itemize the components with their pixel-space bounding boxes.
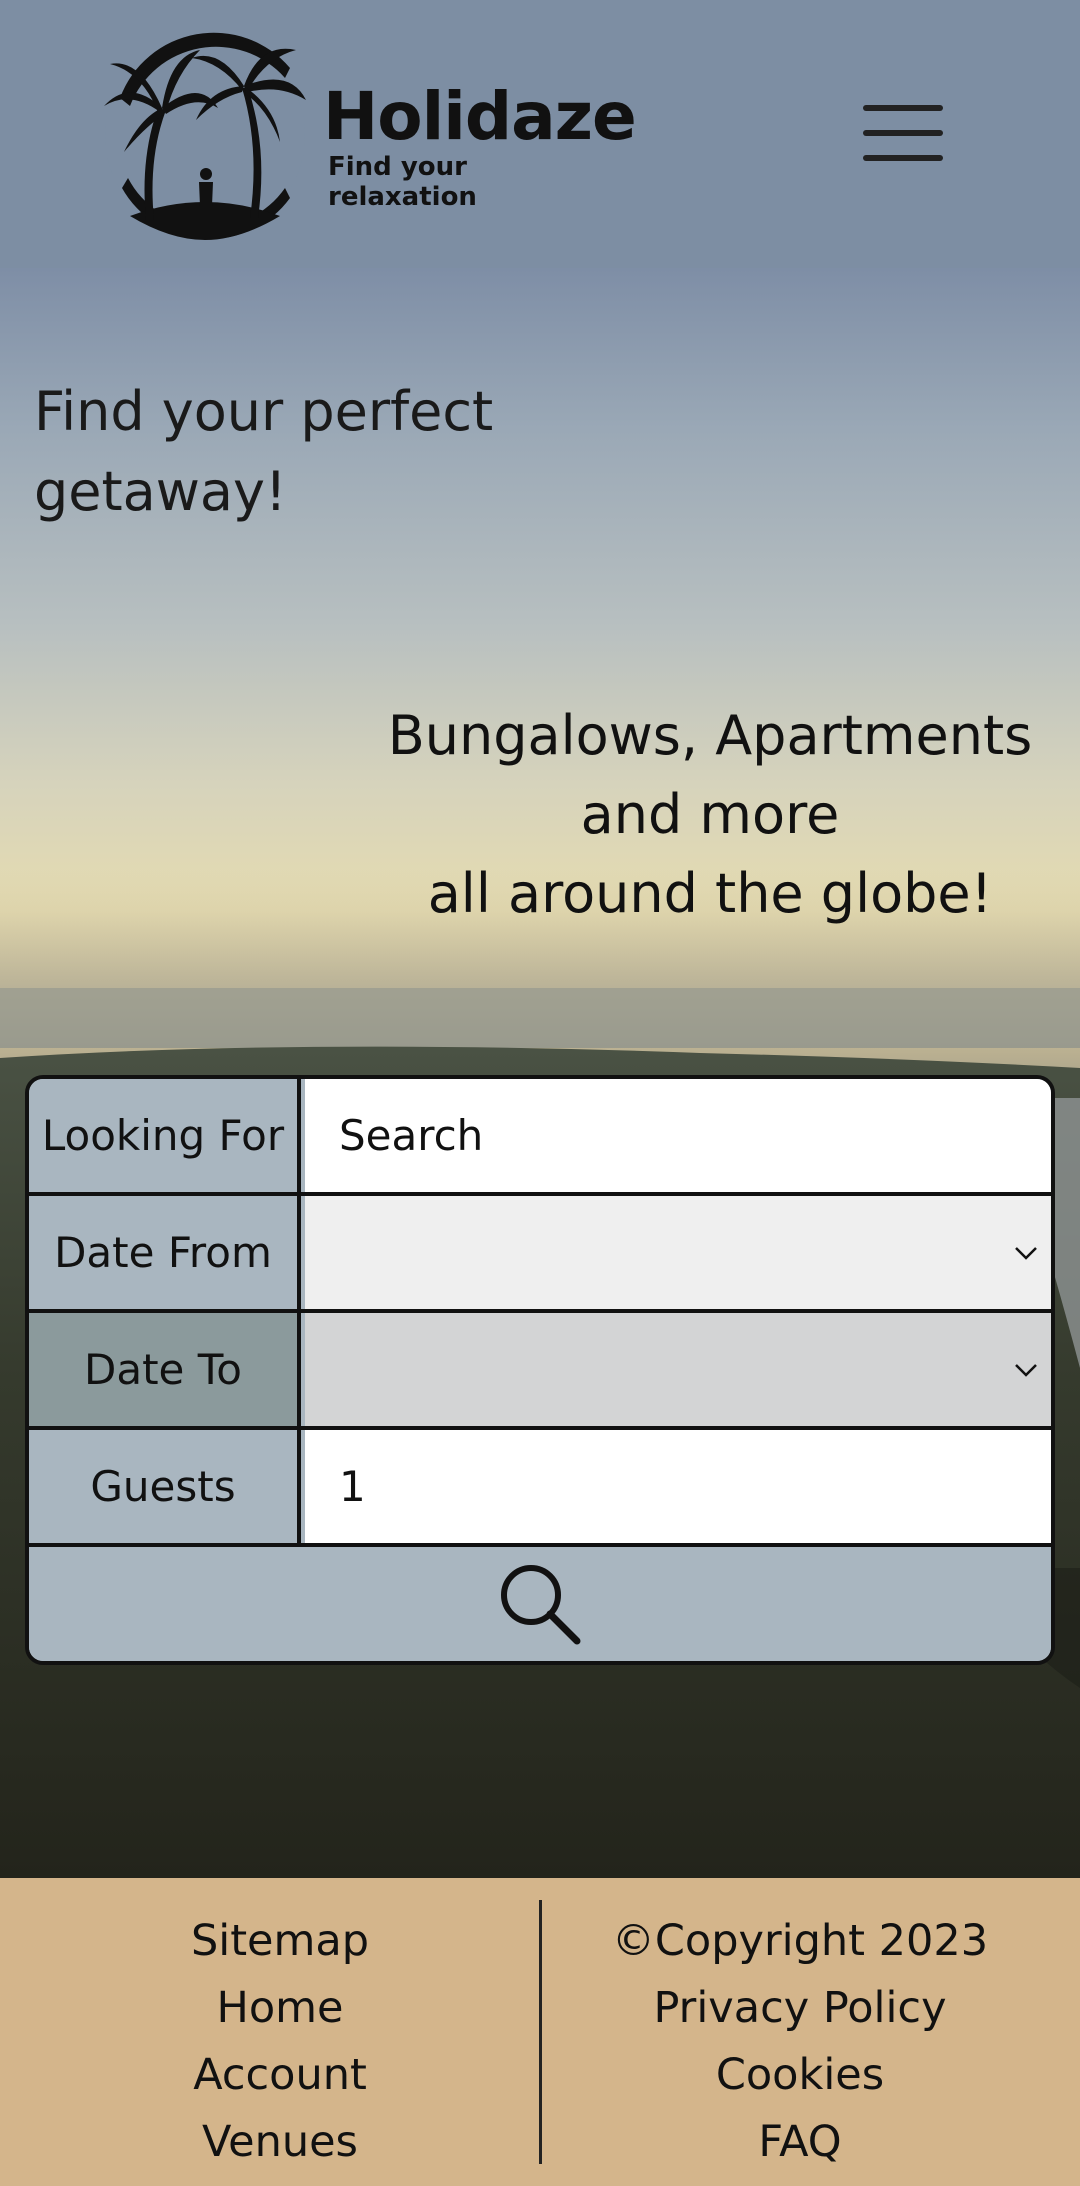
site-header: Holidaze Find your relaxation (0, 0, 1080, 268)
guests-input[interactable]: 1 (305, 1430, 1051, 1543)
venue-search-form: Looking For Search Date From Date To Gue… (25, 1075, 1055, 1665)
footer-nav: Sitemap Home Account Venues (20, 1908, 540, 2176)
menu-bar (863, 155, 943, 161)
footer-link-home[interactable]: Home (20, 1975, 540, 2042)
hero-subtitle-line: all around the globe! (427, 862, 993, 925)
footer-copyright: ©Copyright 2023 (611, 1916, 989, 1966)
site-footer: Sitemap Home Account Venues ©Copyright 2… (0, 1878, 1080, 2186)
hero-subtitle-line: and more (580, 783, 840, 846)
chevron-down-icon (1015, 1247, 1037, 1260)
search-submit-button[interactable] (29, 1547, 1051, 1661)
date-from-select[interactable] (305, 1196, 1051, 1309)
date-to-row: Date To (29, 1313, 1051, 1430)
brand-logo[interactable]: Holidaze Find your relaxation (100, 28, 637, 243)
hamburger-menu-icon[interactable] (858, 100, 948, 166)
hero-subtitle-line: Bungalows, Apartments (387, 704, 1033, 767)
footer-link-sitemap[interactable]: Sitemap (20, 1908, 540, 1975)
hero-subtitle: Bungalows, Apartments and more all aroun… (330, 696, 1080, 933)
menu-bar (863, 105, 943, 111)
menu-bar (863, 130, 943, 136)
date-to-label: Date To (29, 1313, 301, 1426)
date-to-select[interactable] (305, 1313, 1051, 1426)
guests-label: Guests (29, 1430, 301, 1543)
brand-name: Holidaze (323, 78, 637, 155)
footer-link-cookies[interactable]: Cookies (540, 2042, 1060, 2109)
date-from-row: Date From (29, 1196, 1051, 1313)
footer-link-account[interactable]: Account (20, 2042, 540, 2109)
brand-tagline: Find your relaxation (328, 152, 477, 212)
looking-for-label: Looking For (29, 1079, 301, 1192)
footer-link-privacy-policy[interactable]: Privacy Policy (540, 1975, 1060, 2042)
palm-tree-logo-icon (104, 32, 306, 240)
guests-row: Guests 1 (29, 1430, 1051, 1547)
hero-title: Find your perfect getaway! (34, 380, 494, 523)
search-icon (501, 1565, 581, 1645)
looking-for-row: Looking For Search (29, 1079, 1051, 1196)
footer-legal: ©Copyright 2023 Privacy Policy Cookies F… (540, 1908, 1060, 2176)
chevron-down-icon (1015, 1364, 1037, 1377)
footer-link-venues[interactable]: Venues (20, 2109, 540, 2176)
footer-link-faq[interactable]: FAQ (540, 2109, 1060, 2176)
looking-for-input[interactable]: Search (305, 1079, 1051, 1192)
date-from-label: Date From (29, 1196, 301, 1309)
